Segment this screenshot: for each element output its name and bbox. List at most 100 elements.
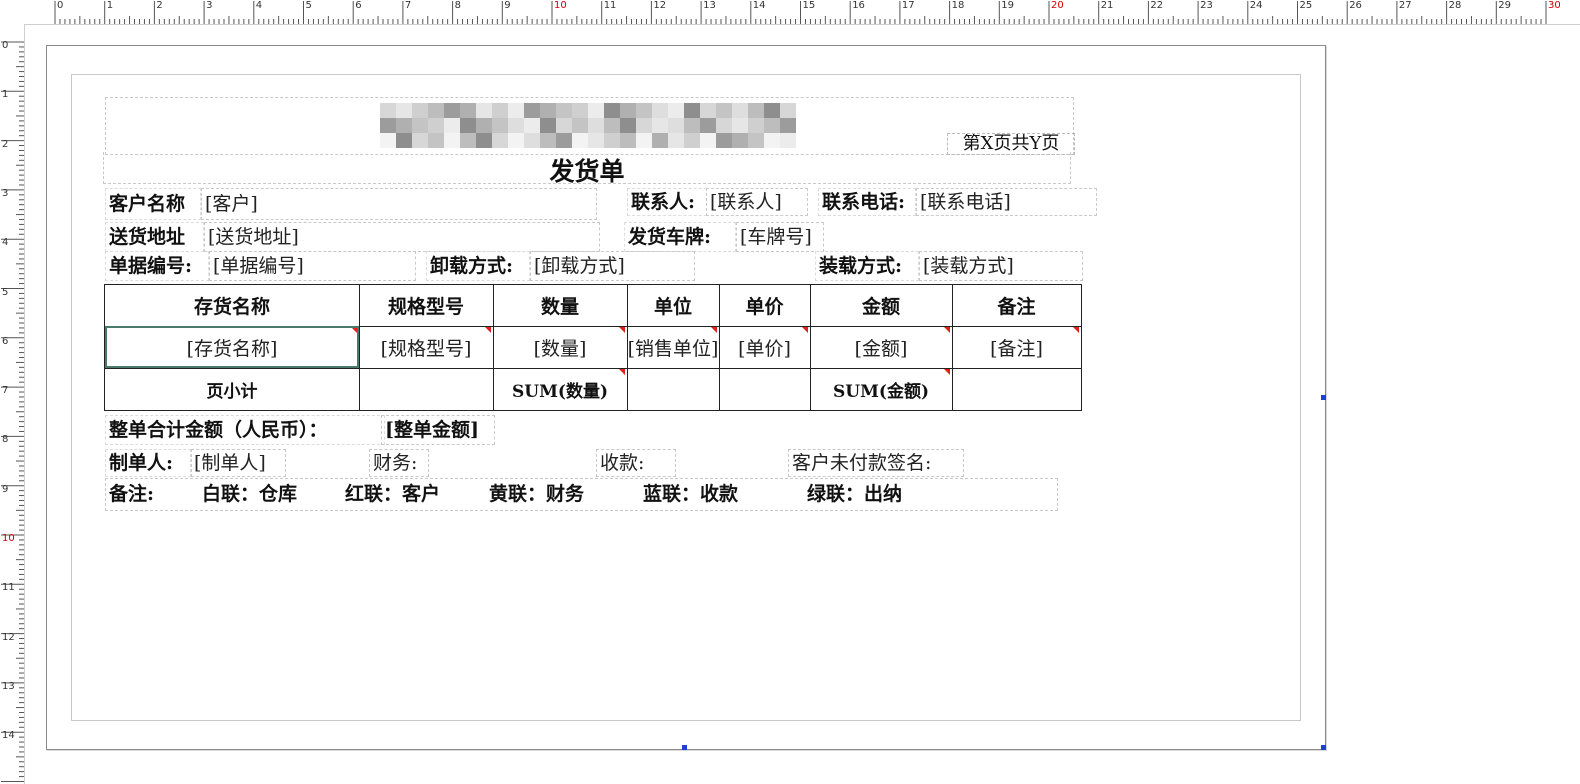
table-cell-subtotal[interactable]: 页小计 <box>105 368 359 410</box>
address-label[interactable]: 送货地址 <box>105 222 204 252</box>
table-cell-subtotal[interactable] <box>952 368 1081 410</box>
logo-mosaic-block <box>396 118 412 133</box>
table-cell-text: [单价] <box>738 337 791 360</box>
logo-mosaic-block <box>716 133 732 148</box>
table-cell-header[interactable]: 规格型号 <box>359 285 493 326</box>
finance-label[interactable]: 财务: <box>369 449 429 477</box>
expression-flag-icon <box>944 327 950 333</box>
customer-label[interactable]: 客户名称 <box>105 188 201 220</box>
table-cell-header[interactable]: 单位 <box>627 285 719 326</box>
logo-mosaic-block <box>604 133 620 148</box>
table-cell-header[interactable]: 数量 <box>493 285 627 326</box>
table-cell-detail[interactable]: [单价] <box>719 326 810 368</box>
table-cell-detail[interactable]: [备注] <box>952 326 1081 368</box>
ruler-label: 21 <box>1100 0 1114 11</box>
expression-flag-icon <box>944 369 950 375</box>
ruler-label: 0 <box>2 40 9 51</box>
maker-label[interactable]: 制单人: <box>105 449 191 477</box>
table-cell-text: 数量 <box>540 296 579 318</box>
report-title: 发货单 <box>549 157 625 184</box>
table-cell-header[interactable]: 单价 <box>719 285 810 326</box>
ruler-label: 9 <box>2 483 9 495</box>
copy-blue: 蓝联：收款 <box>643 483 739 505</box>
table-cell-header[interactable]: 存货名称 <box>105 285 359 326</box>
logo-mosaic-block <box>572 103 588 118</box>
logo-mosaic-block <box>556 133 572 148</box>
logo-mosaic-block <box>732 133 748 148</box>
phone-label[interactable]: 联系电话: <box>818 188 916 216</box>
logo-mosaic-block <box>636 133 652 148</box>
unload-value-field[interactable]: [卸载方式] <box>530 251 695 281</box>
table-cell-detail[interactable]: [数量] <box>493 326 627 368</box>
logo-mosaic-block <box>380 133 396 148</box>
table-cell-header[interactable]: 备注 <box>952 285 1081 326</box>
logo-mosaic-block <box>444 118 460 133</box>
logo-mosaic-block <box>764 103 780 118</box>
total-label[interactable]: 整单合计金额（人民币）： <box>105 415 385 445</box>
table-cell-header[interactable]: 金额 <box>810 285 952 326</box>
maker-value-field[interactable]: [制单人] <box>191 449 286 477</box>
docno-label[interactable]: 单据编号: <box>105 251 209 281</box>
logo-mosaic-block <box>492 133 508 148</box>
ruler-label: 13 <box>2 680 15 692</box>
ruler-label: 5 <box>2 286 9 298</box>
load-value-field[interactable]: [装载方式] <box>919 251 1083 281</box>
load-label[interactable]: 装载方式: <box>815 251 919 281</box>
logo-mosaic-block <box>684 133 700 148</box>
ruler-label: 13 <box>703 0 716 11</box>
logo-mosaic-block <box>428 133 444 148</box>
report-title-field[interactable]: 发货单 <box>103 152 1071 184</box>
table-cell-subtotal[interactable]: SUM(金额) <box>810 368 952 410</box>
logo-mosaic-block <box>668 133 684 148</box>
contact-label[interactable]: 联系人: <box>627 188 707 216</box>
table-cell-text: [数量] <box>533 337 587 360</box>
copy-distribution-note[interactable]: 备注: 白联：仓库 红联：客户 黄联：财务 蓝联：收款 绿联：出纳 <box>105 478 1058 511</box>
table-cell-subtotal[interactable] <box>627 368 719 410</box>
ruler-label: 11 <box>2 582 15 594</box>
resize-handle-right[interactable] <box>1321 395 1326 400</box>
cashier-label[interactable]: 收款: <box>596 449 676 477</box>
unload-label[interactable]: 卸载方式: <box>426 251 530 281</box>
table-cell-text: 单位 <box>653 296 692 318</box>
ruler-label: 28 <box>1448 0 1462 11</box>
table-cell-detail[interactable]: [规格型号] <box>359 326 493 368</box>
table-cell-detail[interactable]: [金额] <box>810 326 952 368</box>
plate-label[interactable]: 发货车牌: <box>624 222 736 252</box>
horizontal-ruler-ticks <box>54 1 1547 24</box>
table-cell-text: SUM(数量) <box>511 381 608 402</box>
contact-value-field[interactable]: [联系人] <box>706 188 808 216</box>
resize-handle-bottom[interactable] <box>682 745 687 750</box>
expression-flag-icon <box>485 327 491 333</box>
table-cell-subtotal[interactable]: SUM(数量) <box>493 368 627 410</box>
logo-mosaic-block <box>524 103 540 118</box>
logo-mosaic-block <box>476 118 492 133</box>
logo-mosaic-block <box>588 103 604 118</box>
ruler-label: 19 <box>1001 0 1015 11</box>
phone-value-field[interactable]: [联系电话] <box>916 188 1097 216</box>
customer-sign-label[interactable]: 客户未付款签名: <box>788 449 964 477</box>
logo-mosaic-block <box>764 118 780 133</box>
docno-value-field[interactable]: [单据编号] <box>209 251 416 281</box>
ruler-label: 10 <box>2 533 15 544</box>
table-cell-detail[interactable]: [销售单位] <box>627 326 719 368</box>
ruler-label: 15 <box>802 0 816 11</box>
address-value-field[interactable]: [送货地址] <box>204 222 600 252</box>
ruler-label: 4 <box>255 0 263 11</box>
logo-mosaic-block <box>684 118 700 133</box>
copy-yellow: 黄联：财务 <box>489 483 585 505</box>
logo-mosaic-block <box>428 103 444 118</box>
selected-cell-outline[interactable] <box>105 326 359 368</box>
ruler-label: 11 <box>603 0 617 11</box>
table-cell-subtotal[interactable] <box>719 368 810 410</box>
resize-handle-corner[interactable] <box>1321 745 1326 750</box>
total-value-field[interactable]: [整单金额] <box>381 415 495 445</box>
logo-mosaic-block <box>524 118 540 133</box>
goods-table[interactable]: 存货名称 规格型号 数量 单位 单价 金额 备注 [存货名称] [规格型号] [数量] [销售单位]… <box>104 284 1082 411</box>
plate-value-field[interactable]: [车牌号] <box>736 222 824 252</box>
logo-mosaic-block <box>508 133 524 148</box>
table-cell-subtotal[interactable] <box>359 368 493 410</box>
customer-value-field[interactable]: [客户] <box>201 188 597 220</box>
logo-mosaic-block <box>732 118 748 133</box>
logo-mosaic-block <box>508 118 524 133</box>
ruler-label: 7 <box>404 0 412 11</box>
